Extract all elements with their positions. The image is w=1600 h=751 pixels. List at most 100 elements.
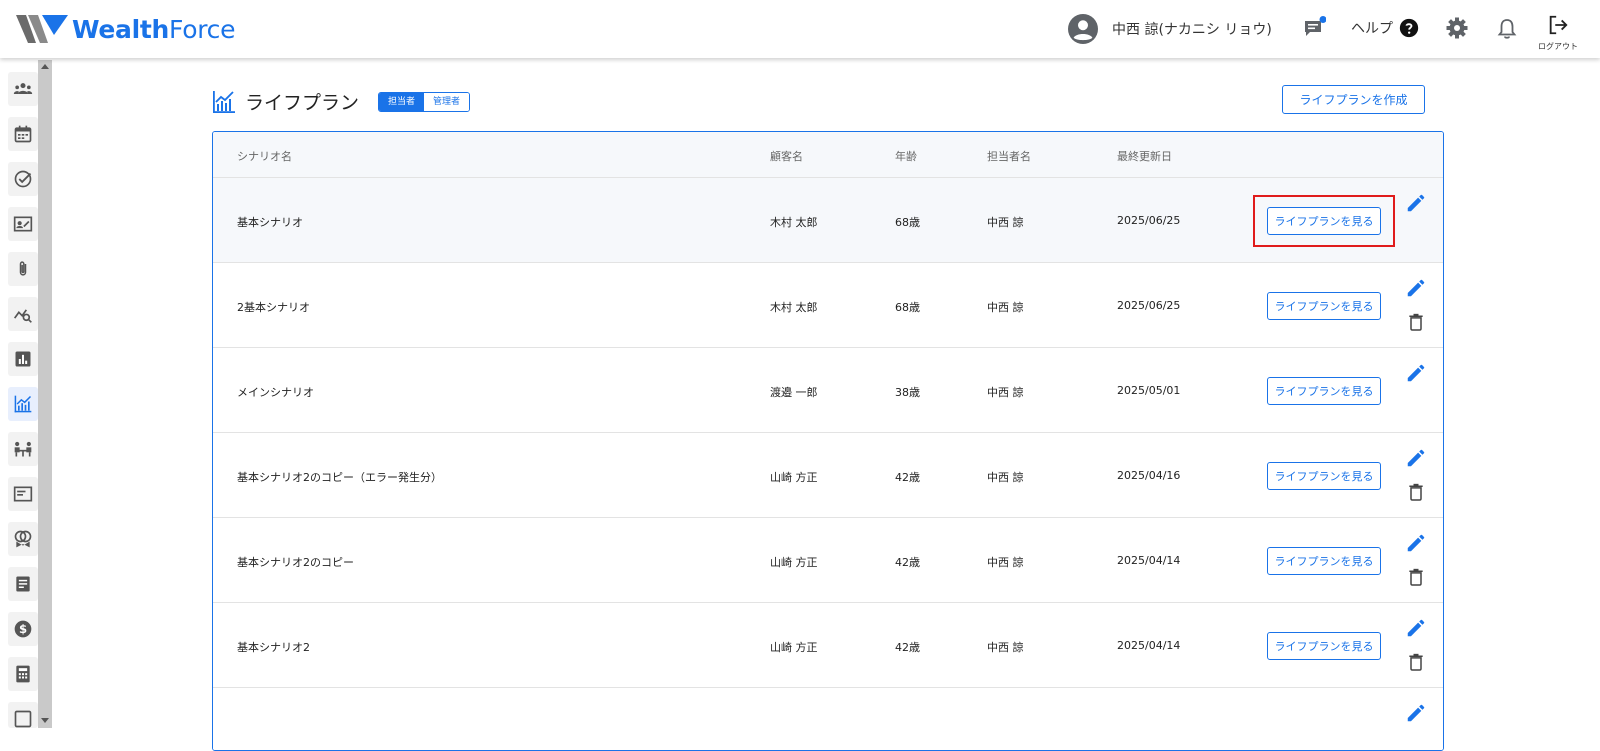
cell-age: 42歳 — [895, 556, 920, 569]
sidebar-item-tasks[interactable] — [8, 162, 38, 196]
sidebar-item-meetings[interactable] — [8, 432, 38, 466]
logout-icon — [1549, 15, 1568, 35]
cell-staff: 中西 諒 — [987, 386, 1024, 399]
cell-customer: 渡邉 一郎 — [770, 386, 818, 399]
table-row: メインシナリオ 渡邉 一郎 38歳 中西 諒 2025/05/01 ライフプランを見る — [213, 348, 1443, 433]
chat-icon[interactable] — [1302, 16, 1326, 40]
trash-icon[interactable] — [1406, 567, 1426, 587]
logout-button[interactable]: ログアウト — [1538, 14, 1578, 52]
contact-card-icon — [13, 216, 33, 232]
cell-scenario: 基本シナリオ2のコピー（エラー発生分） — [237, 471, 442, 484]
life-plan-table: シナリオ名 顧客名 年齢 担当者名 最終更新日 基本シナリオ 木村 太郎 68歳 中西… — [212, 131, 1444, 751]
sidebar-item-customers[interactable] — [8, 72, 38, 106]
cell-customer: 山崎 方正 — [770, 556, 818, 569]
task-check-icon — [14, 170, 32, 188]
scroll-down-arrow-icon[interactable] — [41, 718, 49, 723]
document-icon — [13, 486, 33, 502]
notes-icon — [16, 576, 30, 592]
cell-age: 68歳 — [895, 301, 920, 314]
cell-updated: 2025/05/01 — [1117, 384, 1181, 397]
edit-pencil-icon[interactable] — [1405, 702, 1427, 724]
edit-pencil-icon[interactable] — [1405, 192, 1427, 214]
cell-staff: 中西 諒 — [987, 556, 1024, 569]
account-circle-icon — [1068, 14, 1098, 44]
role-toggle: 担当者 管理者 — [378, 91, 471, 112]
table-row: 基本シナリオ2のコピー 山崎 方正 42歳 中西 諒 2025/04/14 ライフプランを… — [213, 518, 1443, 603]
view-life-plan-button[interactable]: ライフプランを見る — [1267, 547, 1381, 575]
cell-customer: 山崎 方正 — [770, 641, 818, 654]
page-title: ライフプラン — [245, 92, 360, 114]
table-row: 基本シナリオ2のコピー（エラー発生分） 山崎 方正 42歳 中西 諒 2025/04/1… — [213, 433, 1443, 518]
trash-icon[interactable] — [1406, 652, 1426, 672]
column-header-updated: 最終更新日 — [1117, 150, 1172, 163]
sidebar-item-finance[interactable]: $ — [8, 612, 38, 646]
edit-pencil-icon[interactable] — [1405, 277, 1427, 299]
view-life-plan-button[interactable]: ライフプランを見る — [1267, 207, 1381, 235]
edit-pencil-icon[interactable] — [1405, 447, 1427, 469]
help-icon — [1399, 18, 1419, 38]
cell-updated: 2025/06/25 — [1117, 299, 1181, 312]
view-life-plan-button[interactable]: ライフプランを見る — [1267, 292, 1381, 320]
edit-pencil-icon[interactable] — [1405, 617, 1427, 639]
cell-staff: 中西 諒 — [987, 301, 1024, 314]
edit-pencil-icon[interactable] — [1405, 362, 1427, 384]
user-menu[interactable]: 中西 諒(ナカニシ リョウ) — [1068, 13, 1272, 45]
column-header-age: 年齢 — [895, 150, 917, 163]
sidebar-item-more[interactable] — [8, 702, 38, 728]
scroll-up-arrow-icon[interactable] — [41, 64, 49, 69]
view-life-plan-button[interactable]: ライフプランを見る — [1267, 462, 1381, 490]
life-plan-icon — [213, 90, 235, 113]
cell-age: 38歳 — [895, 386, 920, 399]
svg-text:$: $ — [19, 622, 27, 636]
cell-updated: 2025/04/14 — [1117, 554, 1181, 567]
cell-age: 42歳 — [895, 471, 920, 484]
cell-scenario: 基本シナリオ2 — [237, 641, 310, 654]
view-life-plan-button[interactable]: ライフプランを見る — [1267, 632, 1381, 660]
column-header-scenario: シナリオ名 — [237, 150, 292, 163]
cell-customer: 木村 太郎 — [770, 301, 818, 314]
logo-mark-icon — [16, 15, 68, 43]
attachment-icon — [19, 261, 27, 276]
cell-age: 68歳 — [895, 216, 920, 229]
sidebar-scrollbar[interactable] — [38, 60, 52, 728]
table-row — [213, 688, 1443, 750]
cell-staff: 中西 諒 — [987, 471, 1024, 484]
wealthforce-logo[interactable]: WealthForce — [16, 12, 235, 46]
sidebar-item-attachments[interactable] — [8, 252, 38, 286]
sidebar-item-documents[interactable] — [8, 477, 38, 511]
column-header-customer: 顧客名 — [770, 150, 803, 163]
sidebar-item-notes[interactable] — [8, 567, 38, 601]
cell-staff: 中西 諒 — [987, 216, 1024, 229]
create-life-plan-button[interactable]: ライフプランを作成 — [1282, 85, 1425, 114]
life-plan-icon — [14, 395, 32, 413]
bell-icon[interactable] — [1495, 17, 1519, 41]
insurance-icon — [14, 530, 32, 548]
toggle-staff[interactable]: 担当者 — [379, 92, 425, 111]
logout-label: ログアウト — [1538, 42, 1578, 51]
column-header-staff: 担当者名 — [987, 150, 1031, 163]
sidebar-item-analysis[interactable] — [8, 297, 38, 331]
logo-text: WealthForce — [72, 14, 236, 44]
sidebar-item-calendar[interactable] — [8, 117, 38, 151]
cell-scenario: 2基本シナリオ — [237, 301, 310, 314]
table-row: 2基本シナリオ 木村 太郎 68歳 中西 諒 2025/06/25 ライフプランを見る — [213, 263, 1443, 348]
analysis-icon — [13, 309, 32, 323]
help-button[interactable]: ヘルプ — [1351, 18, 1419, 38]
cell-updated: 2025/06/25 — [1117, 214, 1181, 227]
sidebar-item-calculator[interactable] — [8, 657, 38, 691]
sidebar-item-reports[interactable] — [8, 342, 38, 376]
trash-icon[interactable] — [1406, 482, 1426, 502]
table-row: 基本シナリオ2 山崎 方正 42歳 中西 諒 2025/04/14 ライフプランを見る — [213, 603, 1443, 688]
calendar-icon — [14, 125, 32, 143]
edit-pencil-icon[interactable] — [1405, 532, 1427, 554]
toggle-admin[interactable]: 管理者 — [424, 92, 470, 111]
sidebar-item-contacts[interactable] — [8, 207, 38, 241]
view-life-plan-button[interactable]: ライフプランを見る — [1267, 377, 1381, 405]
sidebar-item-insurance[interactable] — [8, 522, 38, 556]
gear-icon[interactable] — [1445, 16, 1469, 40]
help-label: ヘルプ — [1351, 21, 1393, 37]
cell-scenario: 基本シナリオ — [237, 216, 303, 229]
trash-icon[interactable] — [1406, 312, 1426, 332]
cell-scenario: メインシナリオ — [237, 386, 314, 399]
sidebar-item-life-plan[interactable] — [8, 387, 38, 421]
